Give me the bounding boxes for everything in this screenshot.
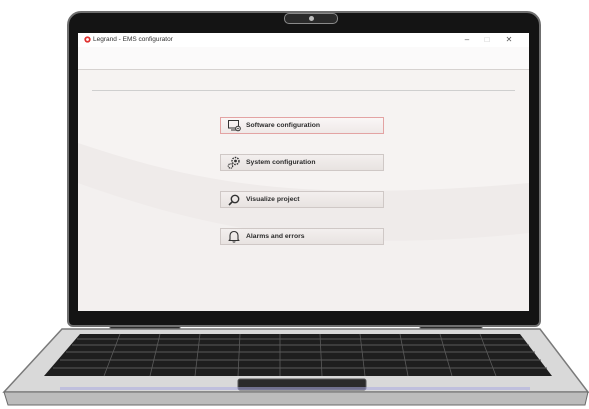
maximize-button[interactable]: □ — [480, 34, 494, 45]
bell-icon — [227, 230, 241, 244]
divider — [92, 90, 515, 91]
magnifier-icon — [227, 193, 241, 207]
gears-icon — [227, 156, 241, 170]
title-bar: Legrand - EMS configurator – □ ✕ — [78, 33, 529, 47]
background-swoosh — [78, 143, 529, 311]
menu-item-label: System configuration — [246, 159, 316, 166]
close-button[interactable]: ✕ — [502, 34, 516, 45]
app-window: Legrand - EMS configurator – □ ✕ Softwar… — [78, 33, 529, 311]
software-configuration-button[interactable]: Software configuration — [220, 117, 384, 134]
system-configuration-button[interactable]: System configuration — [220, 154, 384, 171]
window-title: Legrand - EMS configurator — [93, 36, 173, 43]
legrand-logo-icon — [84, 36, 91, 43]
webcam-icon — [309, 16, 314, 21]
menu-item-label: Visualize project — [246, 196, 300, 203]
menu-item-label: Alarms and errors — [246, 233, 305, 240]
webcam-notch — [284, 13, 338, 24]
toolbar-area — [78, 47, 529, 70]
monitor-gear-icon — [227, 119, 241, 133]
alarms-and-errors-button[interactable]: Alarms and errors — [220, 228, 384, 245]
visualize-project-button[interactable]: Visualize project — [220, 191, 384, 208]
minimize-button[interactable]: – — [460, 34, 474, 45]
menu-item-label: Software configuration — [246, 122, 321, 129]
